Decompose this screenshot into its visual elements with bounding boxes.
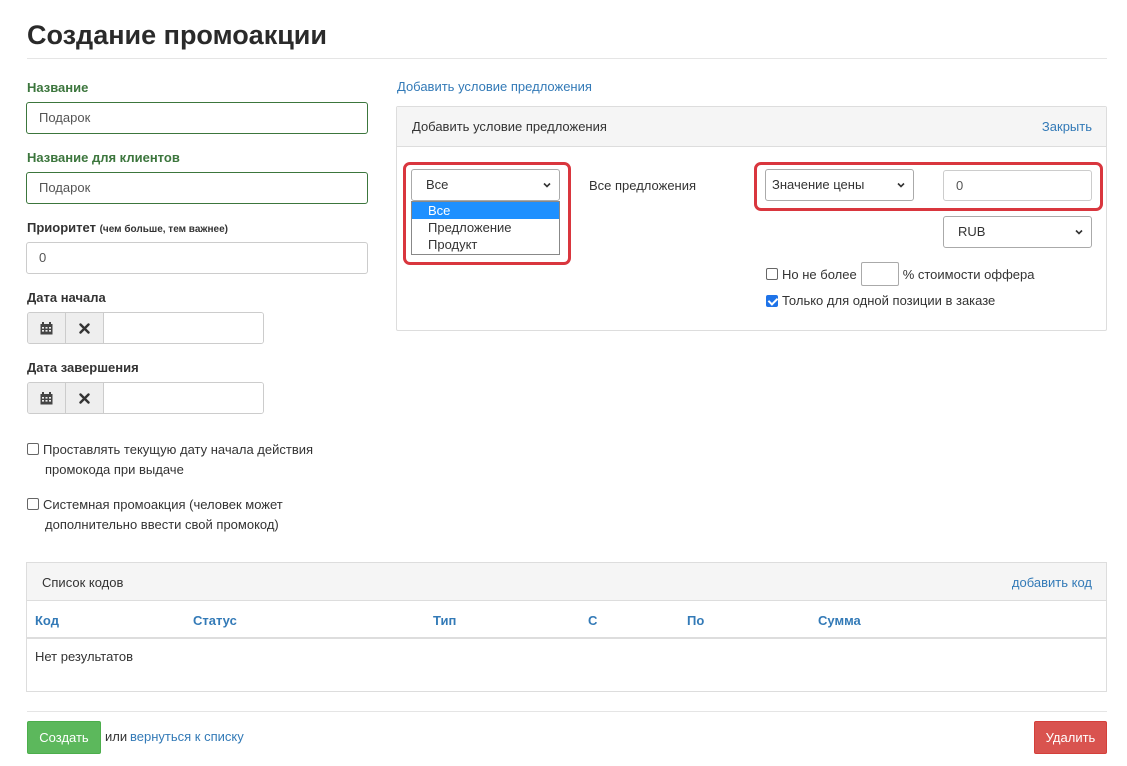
column-header-type[interactable]: Тип xyxy=(433,613,456,628)
scope-option-all[interactable]: Все xyxy=(412,202,559,219)
empty-table-message: Нет результатов xyxy=(35,649,133,664)
calendar-icon xyxy=(40,321,53,334)
not-more-label: Но не более xyxy=(782,266,857,282)
add-code-link[interactable]: добавить код xyxy=(1012,575,1092,590)
title-divider xyxy=(27,58,1107,59)
actions-divider xyxy=(27,711,1107,712)
column-header-sum[interactable]: Сумма xyxy=(818,613,861,628)
end-date-calendar-button[interactable] xyxy=(28,383,66,413)
end-date-input[interactable] xyxy=(104,383,263,413)
start-date-clear-button[interactable] xyxy=(66,313,104,343)
single-position-label: Только для одной позиции в заказе xyxy=(782,293,996,308)
not-more-checkbox[interactable] xyxy=(766,268,778,280)
codes-panel: Список кодов добавить код Код Статус Тип… xyxy=(26,562,1107,692)
add-condition-link[interactable]: Добавить условие предложения xyxy=(397,79,592,94)
scope-select[interactable]: Все xyxy=(411,169,560,201)
clear-icon xyxy=(79,392,90,404)
codes-panel-header: Список кодов добавить код xyxy=(27,563,1106,601)
start-date-group xyxy=(27,312,264,344)
or-text: или xyxy=(105,729,128,744)
page-title: Создание промоакции xyxy=(27,20,328,50)
create-button[interactable]: Создать xyxy=(27,721,101,754)
client-name-label: Название для клиентов xyxy=(27,150,180,165)
scope-option-product[interactable]: Продукт xyxy=(412,236,559,253)
current-date-checkbox-label-1: Проставлять текущую дату начала действия xyxy=(43,442,314,457)
column-header-status[interactable]: Статус xyxy=(193,613,237,628)
currency-select[interactable]: RUB xyxy=(943,216,1092,248)
column-header-from[interactable]: С xyxy=(588,613,597,628)
chevron-down-icon xyxy=(543,182,551,188)
current-date-checkbox-label-2: промокода при выдаче xyxy=(45,462,184,477)
priority-label: Приоритет (чем больше, тем важнее) xyxy=(27,220,228,235)
current-date-checkbox[interactable] xyxy=(27,443,39,455)
price-value-input[interactable]: 0 xyxy=(943,170,1092,201)
priority-input[interactable]: 0 xyxy=(26,242,368,274)
chevron-down-icon xyxy=(897,182,905,188)
start-date-calendar-button[interactable] xyxy=(28,313,66,343)
single-position-row: Только для одной позиции в заказе xyxy=(766,293,995,308)
price-type-select[interactable]: Значение цены xyxy=(765,169,914,201)
system-promo-checkbox-label-1: Системная промоакция (человек может xyxy=(43,497,283,512)
currency-select-value: RUB xyxy=(958,224,986,239)
current-date-checkbox-row[interactable]: Проставлять текущую дату начала действия… xyxy=(27,440,327,480)
single-position-checkbox[interactable] xyxy=(766,294,778,307)
end-date-group xyxy=(27,382,264,414)
table-header-divider xyxy=(27,637,1106,639)
system-promo-checkbox[interactable] xyxy=(27,498,39,510)
priority-label-text: Приоритет xyxy=(27,220,96,235)
start-date-input[interactable] xyxy=(104,313,263,343)
codes-panel-title: Список кодов xyxy=(42,575,124,590)
condition-panel-header: Добавить условие предложения Закрыть xyxy=(397,107,1106,147)
condition-panel-title: Добавить условие предложения xyxy=(412,119,607,134)
back-to-list-link[interactable]: вернуться к списку xyxy=(130,729,244,744)
chevron-down-icon xyxy=(1075,229,1083,235)
end-date-clear-button[interactable] xyxy=(66,383,104,413)
name-input[interactable]: Подарок xyxy=(26,102,368,134)
scope-select-value: Все xyxy=(426,177,449,192)
close-link[interactable]: Закрыть xyxy=(1042,119,1092,134)
calendar-icon xyxy=(40,391,53,404)
scope-option-offer[interactable]: Предложение xyxy=(412,219,559,236)
scope-description: Все предложения xyxy=(589,178,697,193)
not-more-percent-input[interactable] xyxy=(860,262,899,286)
column-header-code[interactable]: Код xyxy=(35,613,59,628)
name-label: Название xyxy=(27,80,89,95)
clear-icon xyxy=(79,322,90,334)
scope-dropdown-list: Все Предложение Продукт xyxy=(411,201,560,255)
column-header-to[interactable]: По xyxy=(687,613,704,628)
system-promo-checkbox-label-2: дополнительно ввести свой промокод) xyxy=(45,517,279,532)
end-date-label: Дата завершения xyxy=(27,360,139,375)
priority-hint: (чем больше, тем важнее) xyxy=(99,224,228,235)
system-promo-checkbox-row[interactable]: Системная промоакция (человек может допо… xyxy=(27,495,327,535)
client-name-input[interactable]: Подарок xyxy=(26,172,368,204)
start-date-label: Дата начала xyxy=(27,290,106,305)
percent-label: % стоимости оффера xyxy=(902,266,1035,282)
not-more-row: Но не более % стоимости оффера xyxy=(766,262,1034,286)
price-type-select-value: Значение цены xyxy=(772,177,865,192)
delete-button[interactable]: Удалить xyxy=(1034,721,1107,754)
